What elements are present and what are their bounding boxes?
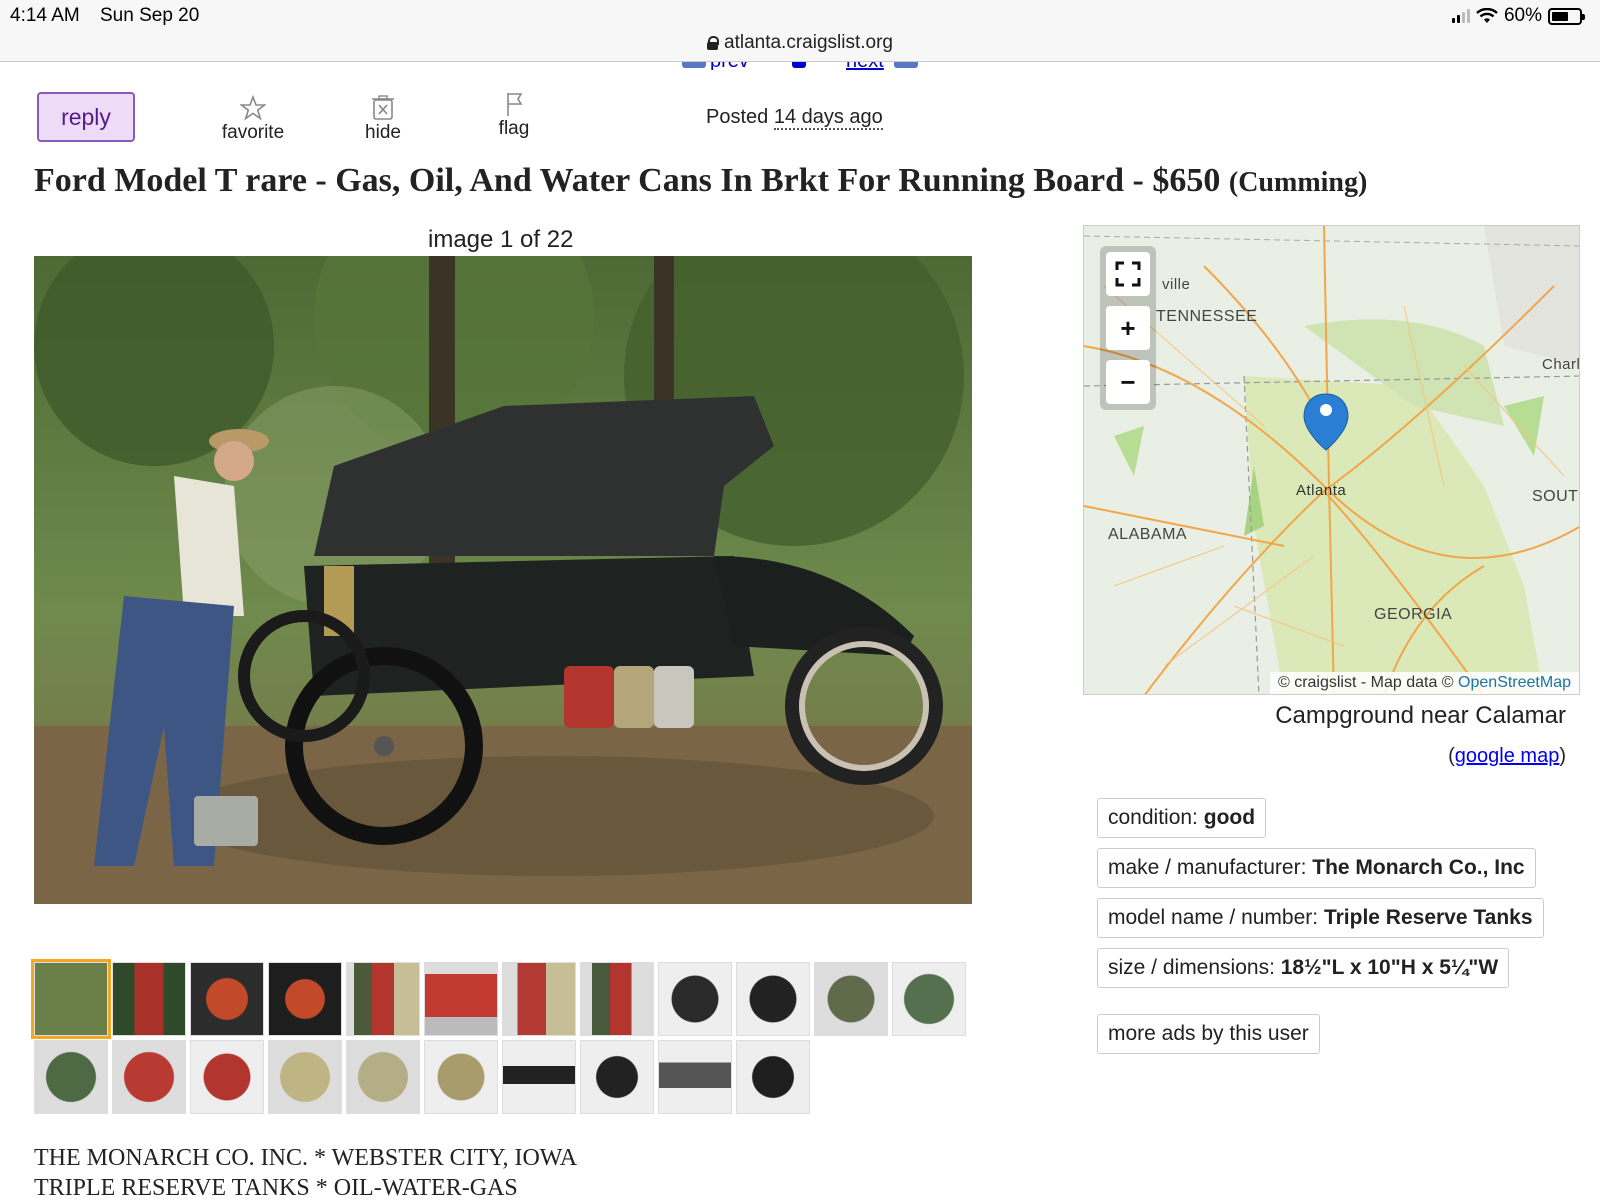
thumbnail-9[interactable] (658, 962, 732, 1036)
map-label-georgia: GEORGIA (1374, 606, 1453, 623)
description-line-2: TRIPLE RESERVE TANKS * OIL-WATER-GAS (34, 1175, 518, 1200)
model-t-photo-illustration (34, 256, 972, 904)
next-arrow-icon[interactable] (894, 62, 918, 68)
thumbnail-8[interactable] (580, 962, 654, 1036)
trash-icon (372, 95, 394, 120)
thumbnail-4[interactable] (268, 962, 342, 1036)
cellular-signal-icon (1451, 9, 1470, 23)
attr-make: make / manufacturer: The Monarch Co., In… (1097, 848, 1536, 888)
listing-title: Ford Model T rare - Gas, Oil, And Water … (34, 162, 1367, 200)
image-counter: image 1 of 22 (428, 226, 574, 253)
star-icon (240, 95, 266, 121)
favorite-label: favorite (221, 122, 285, 143)
prev-link[interactable]: prev (710, 62, 749, 70)
map-zoom-out-button[interactable]: − (1106, 360, 1150, 404)
next-link[interactable]: next (846, 62, 884, 70)
openstreetmap-link[interactable]: OpenStreetMap (1458, 674, 1571, 691)
map-attribution: © craigslist - Map data © OpenStreetMap (1269, 672, 1579, 694)
map-label-charl: Charl (1542, 356, 1580, 373)
description-line-1: THE MONARCH CO. INC. * WEBSTER CITY, IOW… (34, 1145, 578, 1171)
listing-nav: prev next (680, 62, 940, 70)
thumbnail-21[interactable] (658, 1040, 732, 1114)
hide-label: hide (365, 122, 401, 143)
map-controls: + − (1100, 246, 1156, 410)
favorite-button[interactable]: favorite (218, 94, 288, 144)
flag-button[interactable]: flag (492, 90, 536, 140)
flag-icon (507, 93, 523, 116)
battery-percent: 60% (1503, 5, 1542, 26)
thumbnail-18[interactable] (424, 1040, 498, 1114)
google-map-link[interactable]: google map (1455, 745, 1560, 767)
attr-model: model name / number: Triple Reserve Tank… (1097, 898, 1544, 938)
posting-body: THE MONARCH CO. INC. * WEBSTER CITY, IOW… (34, 1143, 577, 1200)
thumbnail-22[interactable] (736, 1040, 810, 1114)
attr-label: condition: (1108, 806, 1198, 829)
hide-button[interactable]: hide (358, 94, 408, 144)
battery-icon (1548, 7, 1585, 25)
map-tiles (1084, 226, 1579, 694)
thumbnail-16[interactable] (268, 1040, 342, 1114)
flag-label: flag (498, 118, 530, 139)
thumbnail-5[interactable] (346, 962, 420, 1036)
attr-value: 18½"L x 10"H x 5¼"W (1280, 956, 1499, 979)
thumbnail-19[interactable] (502, 1040, 576, 1114)
google-map-wrapper: (google map) (1448, 745, 1566, 767)
attr-label: make / manufacturer: (1108, 856, 1307, 879)
thumbnail-2[interactable] (112, 962, 186, 1036)
thumbnail-10[interactable] (736, 962, 810, 1036)
attr-label: size / dimensions: (1108, 956, 1275, 979)
fullscreen-icon (1115, 261, 1141, 287)
attr-value: Triple Reserve Tanks (1323, 906, 1533, 929)
thumbnail-1[interactable] (31, 959, 111, 1039)
thumbnail-11[interactable] (814, 962, 888, 1036)
attr-label: model name / number: (1108, 906, 1319, 929)
map-place: Campground near Calamar (1275, 702, 1566, 729)
thumbnail-20[interactable] (580, 1040, 654, 1114)
up-link[interactable] (792, 62, 806, 68)
posted-date: 14 days ago (773, 106, 883, 130)
attr-value: The Monarch Co., Inc (1312, 856, 1525, 879)
thumbnail-6[interactable] (424, 962, 498, 1036)
map-label-tennessee: TENNESSEE (1156, 308, 1258, 325)
status-bar: 4:14 AM Sun Sep 20 60% (0, 0, 1600, 30)
thumbnail-12[interactable] (892, 962, 966, 1036)
listing-title-text: Ford Model T rare - Gas, Oil, And Water … (34, 162, 1221, 199)
thumbnail-13[interactable] (34, 1040, 108, 1114)
wifi-icon (1476, 8, 1498, 23)
map-label-atlanta: Atlanta (1296, 482, 1347, 499)
status-date: Sun Sep 20 (100, 5, 200, 26)
posted-label: Posted (706, 106, 769, 128)
url-bar[interactable]: atlanta.craigslist.org (0, 30, 1600, 62)
thumbnail-14[interactable] (112, 1040, 186, 1114)
thumbnail-3[interactable] (190, 962, 264, 1036)
thumbnail-15[interactable] (190, 1040, 264, 1114)
attr-size: size / dimensions: 18½"L x 10"H x 5¼"W (1097, 948, 1510, 988)
map-label-alabama: ALABAMA (1108, 526, 1188, 543)
main-photo[interactable] (34, 256, 972, 904)
thumbnail-7[interactable] (502, 962, 576, 1036)
map-fullscreen-button[interactable] (1106, 252, 1150, 296)
map-label-south: SOUTH (1532, 488, 1579, 505)
map-zoom-in-button[interactable]: + (1106, 306, 1150, 350)
attribution-text: © craigslist - Map data © (1277, 674, 1454, 691)
thumbnail-17[interactable] (346, 1040, 420, 1114)
map-label-ville: ville (1162, 276, 1191, 293)
url-text: atlanta.craigslist.org (724, 32, 893, 53)
status-time: 4:14 AM (10, 5, 80, 26)
status-right: 60% (1451, 5, 1585, 27)
attr-condition: condition: good (1097, 798, 1267, 838)
posted-info: Posted 14 days ago (706, 106, 883, 130)
location-map[interactable]: ville TENNESSEE Charl Atlanta SOUTH ALAB… (1083, 225, 1580, 695)
lock-icon (707, 36, 720, 50)
reply-button[interactable]: reply (37, 92, 135, 142)
more-ads-button[interactable]: more ads by this user (1097, 1014, 1320, 1054)
prev-arrow-icon[interactable] (682, 62, 706, 68)
listing-location: (Cumming) (1228, 167, 1368, 198)
attr-value: good (1203, 806, 1256, 829)
